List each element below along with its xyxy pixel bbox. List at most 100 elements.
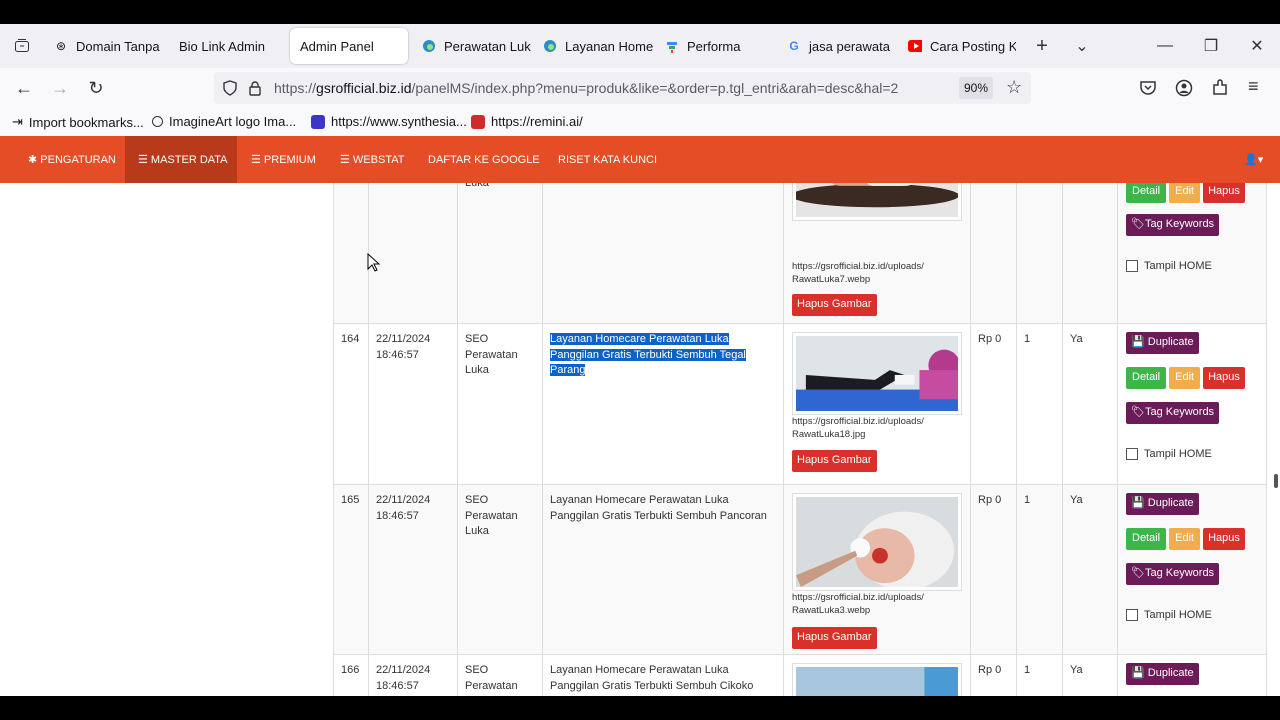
tab-list-button[interactable]: ⌄	[1070, 24, 1094, 68]
floppy-icon: 💾	[1131, 497, 1148, 509]
restore-button[interactable]: ❐	[1199, 24, 1223, 68]
account-icon[interactable]	[1175, 79, 1193, 97]
product-image	[791, 183, 962, 221]
product-image	[792, 663, 962, 696]
pocket-icon[interactable]	[1139, 80, 1157, 96]
tab-performa[interactable]: Performa	[655, 28, 777, 64]
back-button[interactable]: ←	[12, 76, 36, 100]
duplicate-button[interactable]: 💾 Duplicate	[1126, 332, 1199, 354]
hamburger-menu-icon[interactable]: ≡	[1248, 76, 1259, 97]
youtube-icon	[908, 39, 922, 53]
edit-button[interactable]: Edit	[1169, 528, 1201, 550]
scrollbar-thumb[interactable]	[1274, 474, 1278, 488]
tampil-home-checkbox[interactable]	[1126, 448, 1138, 461]
tab-list-icon	[15, 39, 29, 52]
menu-webstat[interactable]: ☰ WEBSTAT	[326, 136, 418, 183]
duplicate-button[interactable]: 💾 Duplicate	[1126, 493, 1199, 515]
forward-button[interactable]: →	[48, 76, 72, 100]
google-icon: G	[789, 39, 799, 53]
delete-button[interactable]: Hapus	[1203, 367, 1245, 389]
lock-icon	[249, 81, 261, 96]
url-text[interactable]: https://gsrofficial.biz.id/panelMS/index…	[274, 80, 898, 96]
tab-admin-panel[interactable]: Admin Panel✕	[290, 28, 408, 64]
tag-keywords-button[interactable]: 🏷Tag Keywords	[1126, 402, 1220, 424]
gear-icon: ✱	[28, 154, 41, 166]
screen-bottom-bar	[0, 696, 1280, 720]
table-row: Luka https://gsrofficial.biz.id/uploads/…	[333, 183, 1267, 323]
close-icon: ✕	[1250, 38, 1264, 55]
tag-icon: 🏷	[1131, 406, 1145, 418]
tab-bio-link[interactable]: Bio Link Admin	[163, 28, 286, 64]
floppy-icon: 💾	[1131, 667, 1148, 679]
admin-menu-bar: ✱ PENGATURAN ☰ MASTER DATA ☰ PREMIUM ☰ W…	[0, 136, 1280, 183]
globe-icon	[152, 116, 163, 127]
user-menu[interactable]: 👤▾	[1230, 136, 1277, 183]
detail-button[interactable]: Detail	[1126, 183, 1167, 203]
close-window-button[interactable]: ✕	[1245, 24, 1269, 68]
tab-domain[interactable]: ⊛ Domain Tanpa	[44, 28, 163, 64]
tab-overview-button[interactable]	[0, 28, 44, 64]
bookmark-import[interactable]: ⇥ Import bookmarks...	[12, 114, 144, 130]
mouse-cursor-icon	[367, 253, 381, 272]
product-title[interactable]: Layanan Homecare Perawatan Luka Panggila…	[542, 655, 783, 696]
edge-icon	[422, 39, 436, 53]
delete-button[interactable]: Hapus	[1203, 183, 1245, 203]
page-content: Luka https://gsrofficial.biz.id/uploads/…	[0, 183, 1280, 696]
tab-perawatan[interactable]: Perawatan Luk	[412, 28, 533, 64]
delete-button[interactable]: Hapus	[1203, 528, 1245, 550]
new-tab-button[interactable]: +	[1030, 24, 1054, 68]
screen-top-bar	[0, 0, 1280, 24]
list-icon: ☰	[251, 154, 264, 166]
tab-cara-posting[interactable]: Cara Posting K	[898, 28, 1016, 64]
tab-layanan[interactable]: Layanan Home	[533, 28, 655, 64]
tab-jasa[interactable]: Gjasa perawata	[777, 28, 898, 64]
menu-daftar-google[interactable]: DAFTAR KE GOOGLE	[414, 136, 554, 183]
table-row: 165 22/11/2024 18:46:57 SEO Perawatan Luk…	[333, 484, 1267, 654]
tag-icon: 🏷	[1131, 218, 1145, 230]
minimize-icon: —	[1157, 37, 1173, 54]
minimize-button[interactable]: —	[1153, 24, 1177, 68]
bookmarks-bar: ⇥ Import bookmarks... ImagineArt logo Ima…	[0, 108, 1280, 136]
product-title[interactable]: Layanan Homecare Perawatan Luka Panggila…	[550, 333, 746, 376]
shield-icon	[223, 80, 237, 96]
bookmark-imagineart[interactable]: ImagineArt logo Ima...	[152, 114, 296, 129]
bookmark-synthesia[interactable]: https://www.synthesia...	[311, 114, 467, 129]
reload-button[interactable]: ↻	[84, 76, 108, 100]
synthesia-icon	[311, 114, 325, 129]
list-icon: ☰	[138, 154, 151, 166]
zoom-level[interactable]: 90%	[959, 77, 993, 99]
edit-button[interactable]: Edit	[1169, 367, 1201, 389]
tag-keywords-button[interactable]: 🏷Tag Keywords	[1126, 214, 1220, 236]
product-image	[792, 332, 962, 415]
menu-master-data[interactable]: ☰ MASTER DATA	[125, 136, 237, 183]
bookmark-remini[interactable]: https://remini.ai/	[471, 114, 583, 129]
import-icon: ⇥	[12, 114, 23, 129]
edge-icon	[543, 39, 557, 53]
delete-image-button[interactable]: Hapus Gambar	[792, 627, 877, 649]
delete-image-button[interactable]: Hapus Gambar	[792, 450, 877, 472]
detail-button[interactable]: Detail	[1126, 528, 1167, 550]
remini-icon	[471, 114, 485, 129]
tag-keywords-button[interactable]: 🏷Tag Keywords	[1126, 563, 1220, 585]
address-bar[interactable]: https://gsrofficial.biz.id/panelMS/index…	[214, 72, 1031, 104]
chevron-down-icon: ⌄	[1075, 38, 1089, 55]
wound-care-photo	[791, 183, 959, 217]
detail-button[interactable]: Detail	[1126, 367, 1167, 389]
delete-image-button[interactable]: Hapus Gambar	[792, 294, 877, 316]
duplicate-button[interactable]: 💾 Duplicate	[1126, 663, 1199, 685]
navigation-bar: ← → ↻ https://gsrofficial.biz.id/panelMS…	[0, 68, 1280, 108]
arrow-right-icon: →	[51, 77, 69, 98]
list-icon: ☰	[340, 154, 353, 166]
menu-pengaturan[interactable]: ✱ PENGATURAN	[14, 136, 130, 183]
extensions-icon[interactable]	[1211, 79, 1229, 97]
tampil-home-checkbox[interactable]	[1126, 609, 1138, 622]
product-title[interactable]: Layanan Homecare Perawatan Luka Panggila…	[542, 485, 783, 654]
table-row: 164 22/11/2024 18:46:57 SEO Perawatan Luk…	[333, 323, 1267, 484]
menu-premium[interactable]: ☰ PREMIUM	[237, 136, 330, 183]
search-console-icon	[665, 39, 679, 53]
tampil-home-checkbox[interactable]	[1126, 260, 1138, 273]
edit-button[interactable]: Edit	[1169, 183, 1201, 203]
menu-riset-kata-kunci[interactable]: RISET KATA KUNCI	[544, 136, 671, 183]
floppy-icon: 💾	[1131, 336, 1148, 348]
star-icon[interactable]: ☆	[1006, 77, 1022, 98]
